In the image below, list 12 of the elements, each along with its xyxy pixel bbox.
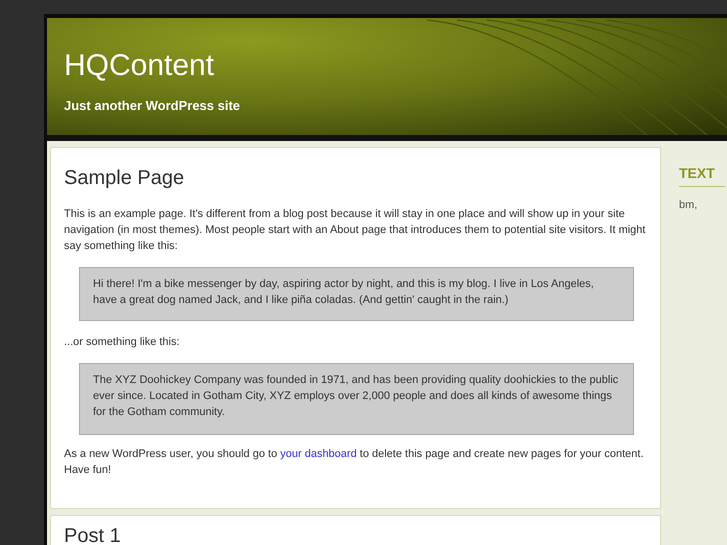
quote-block: The XYZ Doohickey Company was founded in 1971, and has been providing quality doohickies to the public ever since. Located in Gotham City, XYZ employs over 2,000 people and does all kinds of awesome things for the Gotham community. [79,363,634,435]
post-title[interactable]: Post 1 [64,524,647,545]
site-tagline: Just another WordPress site [64,97,242,115]
paragraph: ...or something like this: [64,335,181,350]
dashboard-link[interactable]: your dashboard [280,448,357,460]
widget-title: TEXT [679,163,725,187]
page-title: Sample Page [64,166,186,190]
site-title[interactable]: HQContent [64,48,727,84]
paragraph: As a new WordPress user, you should go to your dashboard to delete this page and create new pages for your content. Have fun! [64,447,645,478]
quote-block: Hi there! I'm a bike messenger by day, aspiring actor by night, and this is my blog. I live in Los Angeles, have a great dog named Jack, and I like piña coladas. (And gettin' caught in the rain.) [79,267,634,321]
paragraph: This is an example page. It's different from a blog post because it will stay in one place and will show up in your site navigation (in most themes). Most people start with an About page that introduces them to potential site visitors. It might say something like this: [64,207,646,254]
widget-text: bm, [679,198,698,213]
